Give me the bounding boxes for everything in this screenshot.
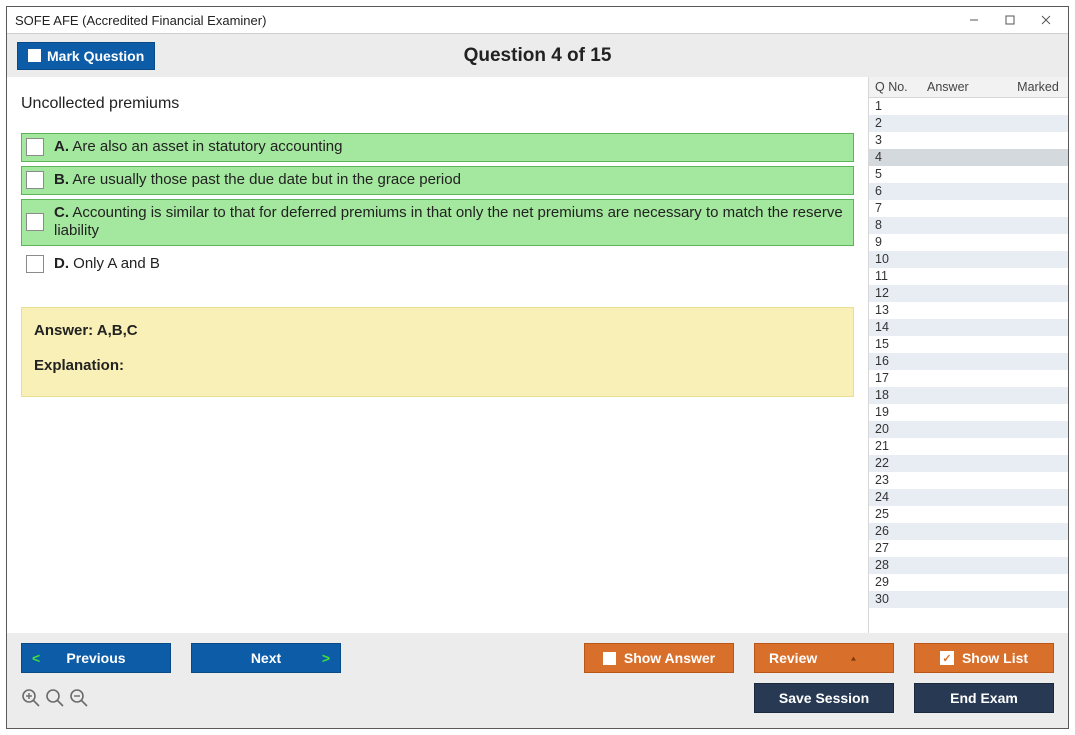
show-answer-checkbox-icon [603,652,616,665]
topbar: Mark Question Question 4 of 15 [7,34,1068,77]
list-row[interactable]: 4 [869,149,1068,166]
answer-box: Answer: A,B,C Explanation: [21,307,854,397]
list-row[interactable]: 19 [869,404,1068,421]
question-counter: Question 4 of 15 [464,45,612,67]
option-c[interactable]: C. Accounting is similar to that for def… [21,199,854,247]
list-row[interactable]: 23 [869,472,1068,489]
option-label: A. Are also an asset in statutory accoun… [54,138,343,157]
save-session-button[interactable]: Save Session [754,683,894,713]
answer-line: Answer: A,B,C [34,322,841,339]
option-b[interactable]: B. Are usually those past the due date b… [21,166,854,195]
show-answer-button[interactable]: Show Answer [584,643,734,673]
option-checkbox-icon[interactable] [26,213,44,231]
list-row[interactable]: 6 [869,183,1068,200]
zoom-in-icon[interactable] [21,688,41,708]
previous-button[interactable]: Previous [21,643,171,673]
option-a[interactable]: A. Are also an asset in statutory accoun… [21,133,854,162]
list-row[interactable]: 8 [869,217,1068,234]
question-stem: Uncollected premiums [21,95,854,113]
window-title: SOFE AFE (Accredited Financial Examiner) [15,13,266,28]
list-row[interactable]: 16 [869,353,1068,370]
list-row[interactable]: 14 [869,319,1068,336]
list-row[interactable]: 24 [869,489,1068,506]
review-button[interactable]: Review [754,643,894,673]
list-row[interactable]: 15 [869,336,1068,353]
option-checkbox-icon[interactable] [26,171,44,189]
zoom-icon[interactable] [45,688,65,708]
list-rows[interactable]: 1234567891011121314151617181920212223242… [869,98,1068,633]
list-row[interactable]: 13 [869,302,1068,319]
footer: Previous Next Show Answer Review ✓ Show … [7,633,1068,728]
mark-checkbox-icon [28,49,41,62]
checkmark-icon: ✓ [940,651,954,665]
question-pane: Uncollected premiums A. Are also an asse… [7,77,868,633]
list-row[interactable]: 9 [869,234,1068,251]
list-row[interactable]: 11 [869,268,1068,285]
show-list-button[interactable]: ✓ Show List [914,643,1054,673]
answer-header: Answer [909,80,1008,94]
list-row[interactable]: 5 [869,166,1068,183]
maximize-icon[interactable] [992,9,1028,31]
qno-header: Q No. [869,80,909,94]
option-label: B. Are usually those past the due date b… [54,171,461,190]
mark-label: Mark Question [47,48,144,64]
close-icon[interactable] [1028,9,1064,31]
list-row[interactable]: 21 [869,438,1068,455]
list-row[interactable]: 1 [869,98,1068,115]
list-row[interactable]: 12 [869,285,1068,302]
mark-question-button[interactable]: Mark Question [17,42,155,70]
list-row[interactable]: 29 [869,574,1068,591]
list-row[interactable]: 26 [869,523,1068,540]
list-row[interactable]: 30 [869,591,1068,608]
list-row[interactable]: 17 [869,370,1068,387]
list-row[interactable]: 25 [869,506,1068,523]
app-window: SOFE AFE (Accredited Financial Examiner)… [6,6,1069,729]
option-label: C. Accounting is similar to that for def… [54,204,849,242]
question-list-panel: Q No. Answer Marked 12345678910111213141… [868,77,1068,633]
option-label: D. Only A and B [54,255,160,274]
list-row[interactable]: 3 [869,132,1068,149]
option-checkbox-icon[interactable] [26,255,44,273]
option-checkbox-icon[interactable] [26,138,44,156]
list-row[interactable]: 27 [869,540,1068,557]
list-row[interactable]: 22 [869,455,1068,472]
end-exam-button[interactable]: End Exam [914,683,1054,713]
explanation-label: Explanation: [34,357,124,374]
list-row[interactable]: 7 [869,200,1068,217]
list-row[interactable]: 20 [869,421,1068,438]
marked-header: Marked [1008,80,1068,94]
next-button[interactable]: Next [191,643,341,673]
zoom-out-icon[interactable] [69,688,89,708]
list-row[interactable]: 28 [869,557,1068,574]
option-d[interactable]: D. Only A and B [21,250,854,279]
minimize-icon[interactable] [956,9,992,31]
list-row[interactable]: 2 [869,115,1068,132]
titlebar: SOFE AFE (Accredited Financial Examiner) [7,7,1068,34]
list-row[interactable]: 18 [869,387,1068,404]
list-header: Q No. Answer Marked [869,77,1068,98]
list-row[interactable]: 10 [869,251,1068,268]
